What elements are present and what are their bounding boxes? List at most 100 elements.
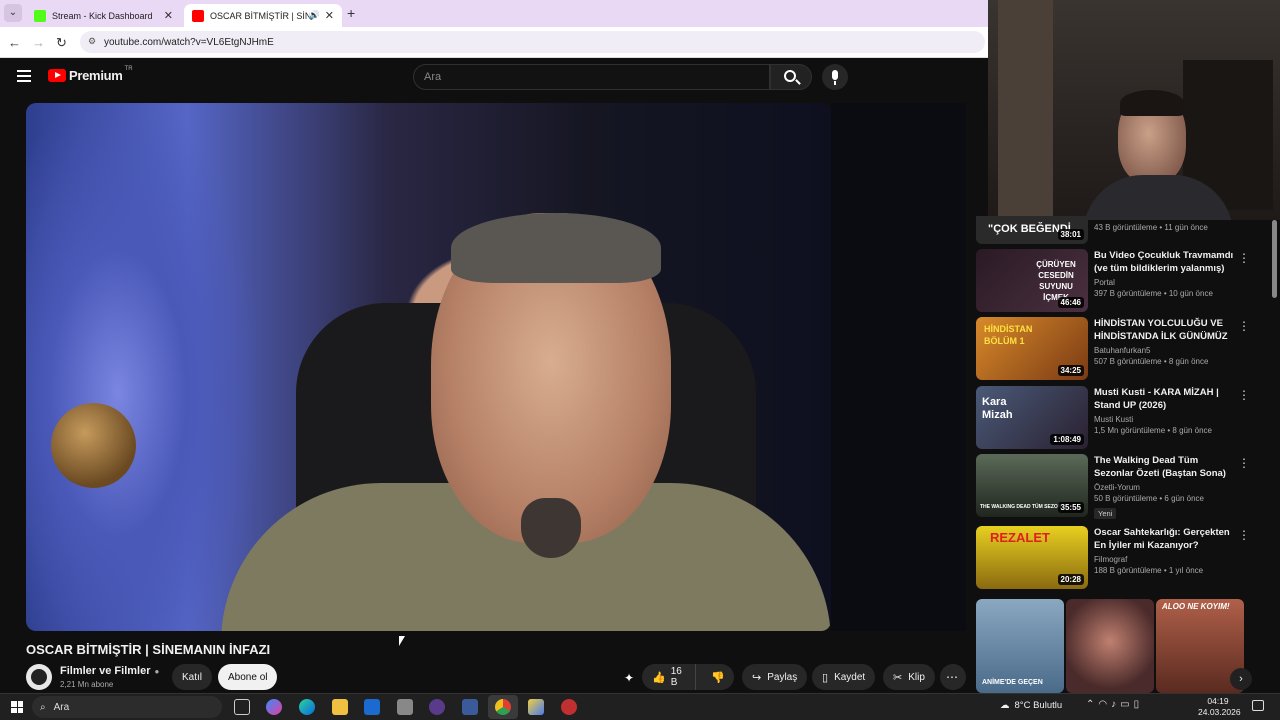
tab-kick-dashboard[interactable]: Stream - Kick Dashboard ✕ [26,4,181,27]
network-icon[interactable]: ▭ [1120,699,1133,710]
task-view-icon[interactable] [234,699,250,715]
windows-start-icon[interactable] [11,701,23,713]
share-icon: ↪ [752,671,762,684]
video-trophy [51,403,136,488]
video-title[interactable]: Oscar Sahtekarlığı: Gerçekten En İyiler … [1094,526,1234,552]
tab-youtube-video[interactable]: OSCAR BİTMİŞTİR | SİNEMA 🔊 ✕ [184,4,342,27]
tab-list-dropdown-icon[interactable]: ⌄ [4,4,22,22]
wifi-icon[interactable]: ◠ [1098,699,1111,710]
battery-icon[interactable]: ▯ [1134,699,1144,710]
video-thumbnail[interactable]: HİNDİSTAN BÖLÜM 1 34:25 [976,317,1088,380]
clip-button[interactable]: ✂ Klip [883,664,935,690]
new-tab-icon[interactable]: + [347,5,355,21]
dislike-button[interactable]: 👎 [702,664,734,690]
video-person-beard [521,498,581,558]
thumbs-up-icon: 👍 [652,671,666,684]
channel-name[interactable]: Özetli-Yorum [1094,483,1234,492]
notifications-icon[interactable] [1252,700,1264,711]
video-title[interactable]: Musti Kusti - KARA MİZAH | Stand UP (202… [1094,386,1234,412]
video-title[interactable]: HİNDİSTAN YOLCULUĞU VE HİNDİSTANDA İLK G… [1094,317,1234,343]
reload-icon[interactable]: ↻ [56,35,67,51]
premium-label: Premium [69,68,123,83]
like-button[interactable]: 👍 16 B [642,664,697,690]
speaker-icon[interactable]: 🔊 [309,10,320,21]
menu-icon[interactable] [17,70,31,82]
app-icon[interactable] [561,699,577,715]
search-input[interactable]: Ara [413,64,770,90]
join-button[interactable]: Katıl [172,664,213,690]
volume-icon[interactable]: ♪ [1111,699,1120,710]
cloud-icon: ☁ [1000,700,1010,711]
tray-overflow-icon[interactable]: ⌃ [1086,699,1098,710]
sidebar-partial-thumb[interactable]: "ÇOK BEĞENDİ 38:01 [976,216,1088,244]
share-button[interactable]: ↪ Paylaş [742,664,808,690]
subscribe-label: Abone ol [228,671,268,683]
short-thumbnail[interactable]: ANİME'DE GEÇEN [976,599,1064,693]
tab-label: Stream - Kick Dashboard [52,10,153,21]
voice-search-button[interactable] [822,64,848,90]
close-tab-icon[interactable]: ✕ [325,9,334,22]
channel-name[interactable]: Musti Kusti [1094,415,1234,424]
outlook-icon[interactable] [364,699,380,715]
channel-name[interactable]: Batuhanfurkan5 [1094,346,1234,355]
more-vertical-icon[interactable]: ⋮ [1238,388,1250,402]
taskbar-search[interactable]: ⌕ Ara [32,696,222,718]
youtube-logo[interactable]: Premium TR [48,66,133,83]
sidebar-video-item[interactable]: HİNDİSTAN BÖLÜM 1 34:25 HİNDİSTAN YOLCUL… [976,317,1276,381]
more-vertical-icon[interactable]: ⋮ [1238,528,1250,542]
more-vertical-icon[interactable]: ⋮ [1238,456,1250,470]
search-icon: ⌕ [40,701,46,713]
search-button[interactable] [770,64,812,90]
copilot-icon[interactable] [266,699,282,715]
app-icon[interactable] [462,699,478,715]
sidebar-video-item[interactable]: ÇÜRÜYEN CESEDİN SUYUNU İÇMEK 46:46 Bu Vi… [976,249,1276,313]
sidebar-video-item[interactable]: THE WALKING DEAD TÜM SEZON 35:55 The Wal… [976,454,1276,519]
url-field[interactable]: ⚙ youtube.com/watch?v=VL6EtgNJHmE [80,31,985,53]
short-thumbnail[interactable] [1066,599,1154,693]
video-lamp-light [26,103,256,631]
new-badge: Yeni [1094,508,1117,519]
save-button[interactable]: ▯ Kaydet [812,664,876,690]
webcam-person-hair [1120,90,1184,116]
store-icon[interactable] [397,699,413,715]
video-duration: 46:46 [1057,297,1084,308]
site-info-icon[interactable]: ⚙ [88,36,96,47]
channel-avatar[interactable] [26,664,52,690]
video-title[interactable]: The Walking Dead Tüm Sezonlar Özeti (Baş… [1094,454,1234,480]
more-vertical-icon[interactable]: ⋮ [1238,251,1250,265]
back-icon[interactable]: ← [8,35,21,50]
app-icon[interactable] [429,699,445,715]
video-player[interactable] [26,103,831,631]
scrollbar[interactable] [1272,220,1277,298]
video-thumbnail[interactable]: Kara Mizah 1:08:49 [976,386,1088,449]
sidebar-video-item[interactable]: REZALET 20:28 Oscar Sahtekarlığı: Gerçek… [976,526,1276,590]
channel-name[interactable]: Portal [1094,278,1234,287]
browser-tab-bar: ⌄ Stream - Kick Dashboard ✕ OSCAR BİTMİŞ… [0,0,988,27]
more-actions-button[interactable]: ⋯ [940,664,966,690]
video-title[interactable]: Bu Video Çocukluk Travmamdı (ve tüm bild… [1094,249,1234,275]
sidebar-video-item[interactable]: Kara Mizah 1:08:49 Musti Kusti - KARA Mİ… [976,386,1276,450]
system-tray[interactable]: ⌃◠♪▭▯ [1086,699,1143,710]
shorts-next-button[interactable]: › [1230,668,1252,690]
video-thumbnail[interactable]: ÇÜRÜYEN CESEDİN SUYUNU İÇMEK 46:46 [976,249,1088,312]
weather-widget[interactable]: ☁ 8°C Bulutlu [1000,700,1062,711]
forward-icon[interactable]: → [32,35,45,50]
file-explorer-icon[interactable] [332,699,348,715]
video-duration: 20:28 [1057,574,1084,585]
video-thumbnail[interactable]: THE WALKING DEAD TÜM SEZON 35:55 [976,454,1088,517]
channel-name[interactable]: Filmler ve Filmler ● [60,665,159,677]
chrome-icon[interactable] [495,699,511,715]
video-duration: 35:55 [1057,502,1084,513]
app-icon[interactable] [528,699,544,715]
ask-ai-icon[interactable]: ✦ [624,671,634,685]
video-title: OSCAR BİTMİŞTİR | SİNEMANIN İNFAZI [26,642,271,657]
subscribe-button[interactable]: Abone ol [218,664,278,690]
video-thumbnail[interactable]: REZALET 20:28 [976,526,1088,589]
clock[interactable]: 04:19 24.03.2026 [1198,696,1241,718]
video-meta: 507 B görüntüleme • 8 gün önce [1094,357,1209,366]
more-vertical-icon[interactable]: ⋮ [1238,319,1250,333]
edge-icon[interactable] [299,699,315,715]
thumb-text: Kara Mizah [982,396,1013,421]
close-tab-icon[interactable]: ✕ [164,9,173,22]
channel-name[interactable]: Filmograf [1094,555,1234,564]
